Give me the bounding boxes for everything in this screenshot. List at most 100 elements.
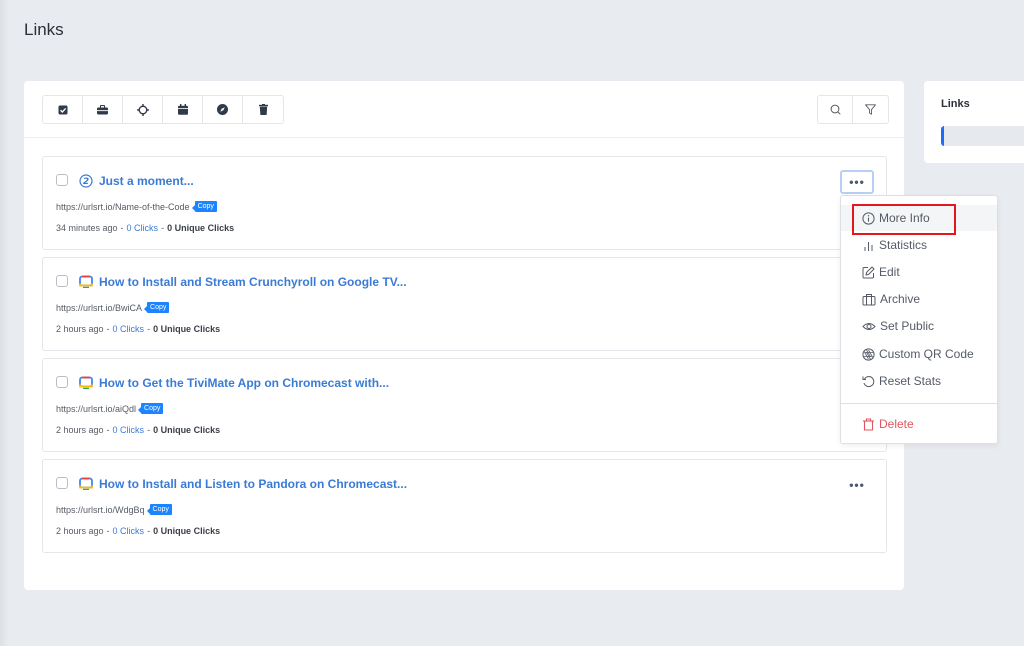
copy-button[interactable]: Copy [143,302,170,313]
menu-item-label: More Info [879,211,930,225]
link-item: How to Get the TiviMate App on Chromecas… [42,358,887,452]
link-item: How to Install and Listen to Pandora on … [42,459,887,553]
url-row: https://urlsrt.io/BwiCA Copy [56,302,170,313]
links-usage-card: Links [924,81,1024,163]
menu-item-archive[interactable]: Archive [841,286,997,312]
created-time: 2 hours ago [56,425,104,435]
filter-button[interactable] [853,96,888,123]
url-row: https://urlsrt.io/Name-of-the-Code Copy [56,201,217,212]
google-tv-icon [79,376,93,389]
clicks-link[interactable]: 0 Clicks [127,223,159,233]
usage-progress-bar [941,126,1024,146]
link-meta: 34 minutes ago -0 Clicks -0 Unique Clicks [56,223,234,233]
svg-text:2: 2 [83,177,89,187]
link-checkbox[interactable] [56,477,68,489]
copy-button[interactable]: Copy [146,504,172,515]
created-time: 2 hours ago [56,324,104,334]
url-row: https://urlsrt.io/aiQdl Copy [56,403,164,414]
briefcase-icon [97,104,108,114]
copy-button[interactable]: Copy [137,403,164,414]
search-icon [830,104,841,115]
usage-title: Links [941,98,970,110]
menu-item-label: Reset Stats [879,374,942,388]
google-tv-icon [79,477,93,490]
calendar-icon [177,104,188,115]
campaign-button[interactable] [83,96,123,123]
link-meta: 2 hours ago -0 Clicks -0 Unique Clicks [56,425,220,435]
google-tv-icon [79,275,93,288]
separator: - [106,425,110,435]
menu-item-set-public[interactable]: Set Public [841,313,997,339]
search-button[interactable] [818,96,853,123]
unique-clicks: 0 Unique Clicks [153,425,221,435]
link-item: How to Install and Stream Crunchyroll on… [42,257,887,351]
separator: - [106,526,110,536]
eye-icon [862,322,876,330]
schedule-button[interactable] [163,96,203,123]
short-url[interactable]: https://urlsrt.io/BwiCA [56,303,142,313]
clicks-link[interactable]: 0 Clicks [113,324,145,334]
trash-icon [863,417,874,431]
compass-icon [217,104,228,115]
link-title[interactable]: How to Install and Listen to Pandora on … [99,477,407,491]
delete-selected-button[interactable] [243,96,283,123]
pixels-button[interactable] [123,96,163,123]
unique-clicks: 0 Unique Clicks [153,526,221,536]
separator: - [147,526,151,536]
left-edge-shadow [0,0,8,646]
separator: - [147,425,151,435]
links-card: 2 Just a moment... https://urlsrt.io/Nam… [24,81,904,590]
link-checkbox[interactable] [56,174,68,186]
link-title[interactable]: How to Get the TiviMate App on Chromecas… [99,376,389,390]
menu-item-reset-stats[interactable]: Reset Stats [841,368,997,394]
toolbar [24,81,904,138]
link-checkbox[interactable] [56,376,68,388]
more-dots-icon: ••• [849,175,865,189]
separator: - [147,324,151,334]
short-url[interactable]: https://urlsrt.io/Name-of-the-Code [56,202,190,212]
link-checkbox[interactable] [56,275,68,287]
more-options-button[interactable]: ••• [840,170,874,194]
bulk-actions-group [42,95,284,124]
edit-icon [862,266,875,278]
unique-clicks: 0 Unique Clicks [167,223,235,233]
bar-chart-icon [864,241,873,251]
link-item: 2 Just a moment... https://urlsrt.io/Nam… [42,156,887,250]
select-all-button[interactable] [43,96,83,123]
menu-item-custom-qr-code[interactable]: Custom QR Code [841,341,997,367]
menu-item-delete[interactable]: Delete [841,411,997,437]
page-title: Links [24,20,64,39]
usage-progress-fill [941,126,944,146]
url-row: https://urlsrt.io/WdgBq Copy [56,504,172,515]
search-filter-group [817,95,889,124]
filter-icon [865,104,876,115]
clicks-link[interactable]: 0 Clicks [113,425,145,435]
checkbox-icon [58,105,67,114]
clicks-link[interactable]: 0 Clicks [113,526,145,536]
menu-item-edit[interactable]: Edit [841,259,997,285]
more-options-button[interactable]: ••• [840,473,874,497]
menu-item-statistics[interactable]: Statistics [841,232,997,258]
more-dots-icon: ••• [849,478,865,492]
link-title[interactable]: Just a moment... [99,174,194,188]
aperture-icon [862,347,875,361]
short-url[interactable]: https://urlsrt.io/aiQdl [56,404,136,414]
trash-icon [258,104,268,115]
menu-item-more-info[interactable]: More Info [841,205,997,231]
menu-item-label: Set Public [880,319,935,333]
crosshair-icon [136,103,149,116]
explore-button[interactable] [203,96,243,123]
created-time: 2 hours ago [56,526,104,536]
short-url[interactable]: https://urlsrt.io/WdgBq [56,505,145,515]
unique-clicks: 0 Unique Clicks [153,324,221,334]
copy-button[interactable]: Copy [191,201,217,212]
separator: - [106,324,110,334]
link-title[interactable]: How to Install and Stream Crunchyroll on… [99,275,407,289]
created-time: 34 minutes ago [56,223,118,233]
menu-divider [841,403,997,404]
menu-item-label: Statistics [879,238,928,252]
link-meta: 2 hours ago -0 Clicks -0 Unique Clicks [56,324,220,334]
info-icon [862,211,875,225]
separator: - [161,223,165,233]
separator: - [120,223,124,233]
